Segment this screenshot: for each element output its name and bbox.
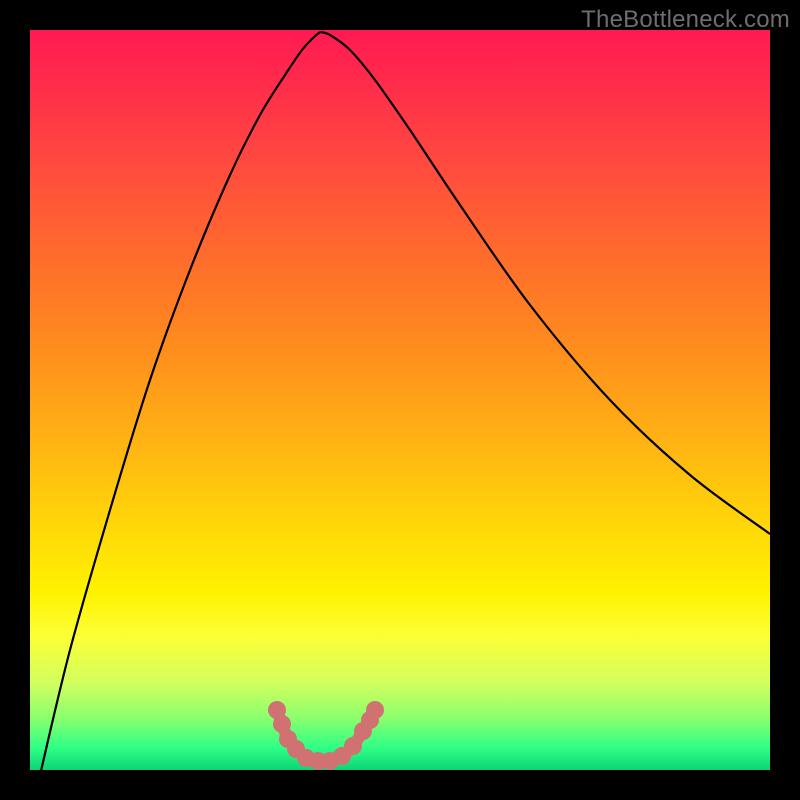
watermark-text: TheBottleneck.com [581,6,790,34]
bottom-markers [268,701,384,770]
marker-dot [344,737,362,755]
marker-dot [366,701,384,719]
plot-area [30,30,770,770]
chart-svg [30,30,770,770]
right-curve [320,32,770,534]
left-curve [40,32,320,775]
chart-frame: TheBottleneck.com [0,0,800,800]
